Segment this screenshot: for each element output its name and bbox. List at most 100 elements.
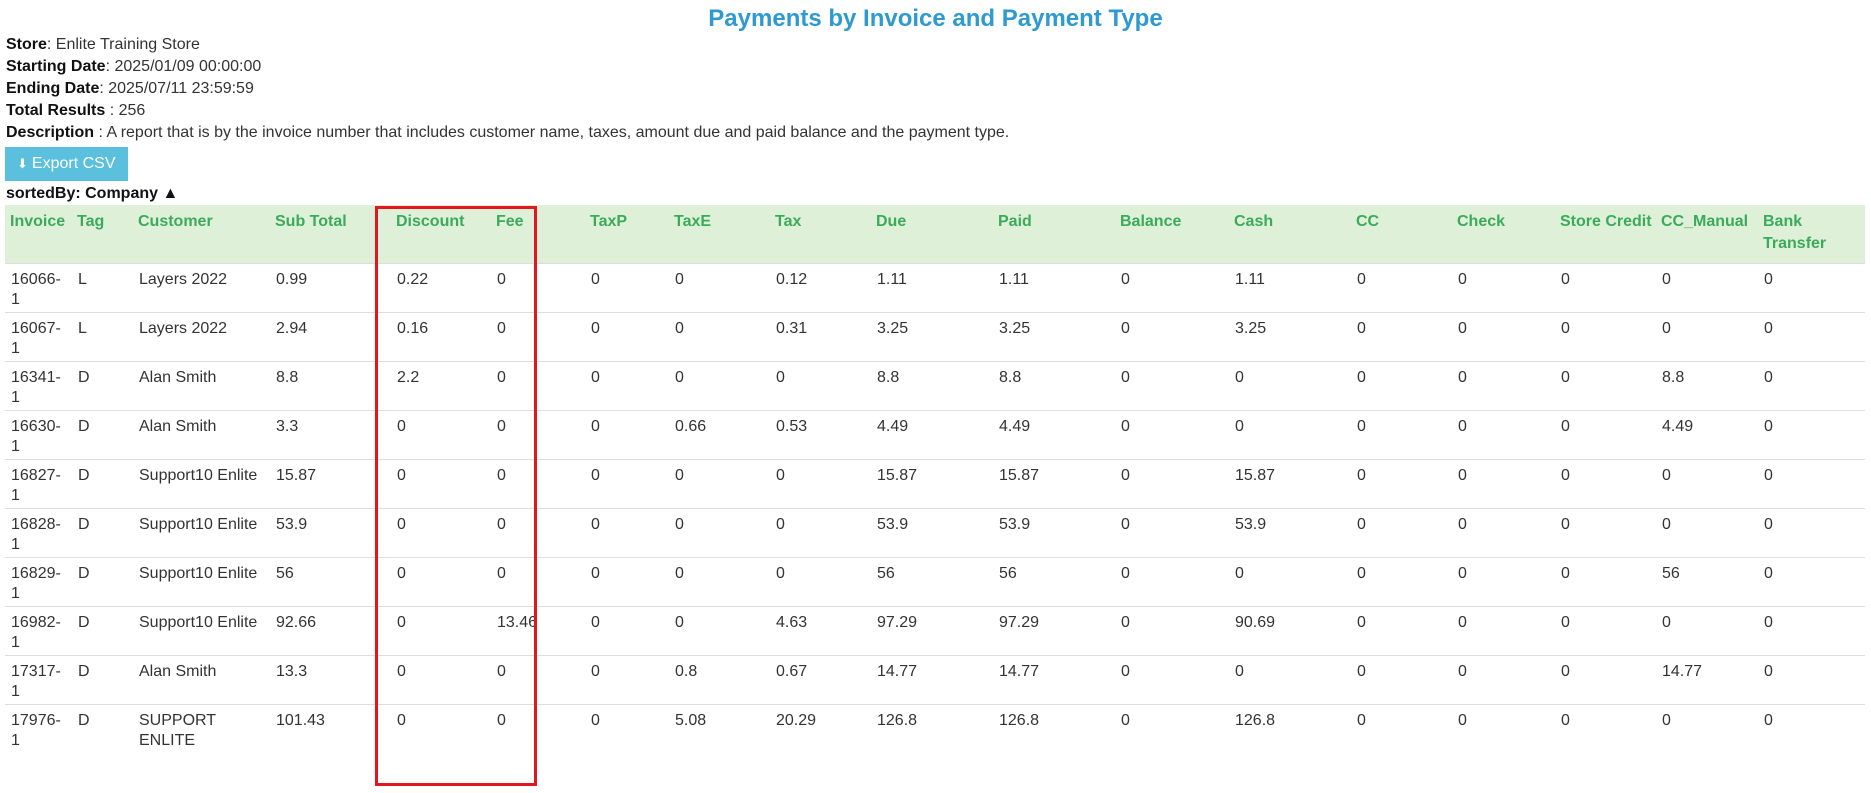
cell-balance: 0: [1115, 312, 1229, 362]
cell-taxe: 0.8: [669, 655, 770, 705]
cell-store-credit: 0: [1555, 361, 1656, 411]
export-csv-button[interactable]: ⬇ Export CSV: [5, 147, 128, 181]
column-header-taxe[interactable]: TaxE: [669, 205, 770, 264]
cell-tag: D: [72, 655, 133, 705]
cell-store-credit: 0: [1555, 508, 1656, 558]
column-header-store-credit[interactable]: Store Credit: [1555, 205, 1656, 264]
cell-tax: 0: [770, 459, 871, 509]
cell-fee: 0: [491, 508, 585, 558]
cell-tag: D: [72, 410, 133, 460]
cell-cc: 0: [1351, 557, 1452, 607]
cell-fee: 0: [491, 410, 585, 460]
cell-due: 97.29: [871, 606, 993, 656]
cell-discount: 2.2: [391, 361, 491, 411]
description-label: Description: [6, 124, 95, 141]
cell-store-credit: 0: [1555, 655, 1656, 705]
cell-taxp: 0: [585, 312, 669, 362]
cell-cash: 15.87: [1229, 459, 1351, 509]
total-results-value: : 256: [105, 102, 146, 119]
cell-fee: 0: [491, 655, 585, 705]
cell-balance: 0: [1115, 606, 1229, 656]
cell-cc-manual: 0: [1656, 459, 1758, 509]
cell-tax: 0.53: [770, 410, 871, 460]
cell-invoice: 16828-1: [5, 508, 72, 558]
cell-check: 0: [1452, 655, 1555, 705]
column-header-bank-transfer[interactable]: Bank Transfer: [1758, 205, 1865, 264]
cell-taxp: 0: [585, 361, 669, 411]
cell-due: 8.8: [871, 361, 993, 411]
column-header-discount[interactable]: Discount: [391, 205, 491, 264]
column-header-balance[interactable]: Balance: [1115, 205, 1229, 264]
cell-tax: 0: [770, 508, 871, 558]
cell-store-credit: 0: [1555, 606, 1656, 656]
column-header-due[interactable]: Due: [871, 205, 993, 264]
cell-sub-total: 8.8: [270, 361, 391, 411]
store-label: Store: [6, 36, 47, 53]
cell-paid: 97.29: [993, 606, 1115, 656]
column-header-cash[interactable]: Cash: [1229, 205, 1351, 264]
column-header-invoice[interactable]: Invoice: [5, 205, 72, 264]
column-header-tag[interactable]: Tag: [72, 205, 133, 264]
cell-cc: 0: [1351, 361, 1452, 411]
cell-cash: 90.69: [1229, 606, 1351, 656]
cell-cash: 1.11: [1229, 263, 1351, 313]
table-row: 16630-1 D Alan Smith 3.3 0 0 0 0.66 0.53 4.49 4.49…: [5, 410, 1865, 460]
cell-balance: 0: [1115, 704, 1229, 754]
cell-paid: 15.87: [993, 459, 1115, 509]
column-header-cc[interactable]: CC: [1351, 205, 1452, 264]
cell-taxp: 0: [585, 508, 669, 558]
cell-check: 0: [1452, 263, 1555, 313]
column-header-cc-manual[interactable]: CC_Manual: [1656, 205, 1758, 264]
cell-tag: L: [72, 312, 133, 362]
total-results-line: Total Results : 256: [6, 100, 1871, 122]
cell-due: 15.87: [871, 459, 993, 509]
cell-fee: 0: [491, 557, 585, 607]
cell-cash: 0: [1229, 655, 1351, 705]
column-header-check[interactable]: Check: [1452, 205, 1555, 264]
cell-balance: 0: [1115, 508, 1229, 558]
cell-check: 0: [1452, 459, 1555, 509]
table-header-row: Invoice Tag Customer Sub Total Discount Fee Ta…: [5, 205, 1865, 264]
column-header-customer[interactable]: Customer: [133, 205, 270, 264]
cell-taxp: 0: [585, 410, 669, 460]
cell-store-credit: 0: [1555, 263, 1656, 313]
column-header-sub-total[interactable]: Sub Total: [270, 205, 391, 264]
cell-customer: Layers 2022: [133, 263, 270, 313]
end-date-value: : 2025/07/11 23:59:59: [99, 80, 254, 97]
column-header-taxp[interactable]: TaxP: [585, 205, 669, 264]
cell-balance: 0: [1115, 410, 1229, 460]
column-header-tax[interactable]: Tax: [770, 205, 871, 264]
cell-invoice: 16066-1: [5, 263, 72, 313]
cell-bank-transfer: 0: [1758, 606, 1865, 656]
cell-paid: 53.9: [993, 508, 1115, 558]
cell-cc: 0: [1351, 655, 1452, 705]
cell-due: 56: [871, 557, 993, 607]
cell-tag: D: [72, 704, 133, 754]
column-header-paid[interactable]: Paid: [993, 205, 1115, 264]
cell-paid: 1.11: [993, 263, 1115, 313]
cell-discount: 0: [391, 704, 491, 754]
cell-bank-transfer: 0: [1758, 410, 1865, 460]
cell-store-credit: 0: [1555, 410, 1656, 460]
cell-cash: 0: [1229, 361, 1351, 411]
cell-cc-manual: 0: [1656, 508, 1758, 558]
table-row: 16067-1 L Layers 2022 2.94 0.16 0 0 0 0.31 3.25 3.…: [5, 312, 1865, 362]
start-date-line: Starting Date: 2025/01/09 00:00:00: [6, 56, 1871, 78]
cell-cc-manual: 0: [1656, 606, 1758, 656]
table-row: 16827-1 D Support10 Enlite 15.87 0 0 0 0 0 15.87 1…: [5, 459, 1865, 509]
cell-taxe: 0: [669, 312, 770, 362]
cell-bank-transfer: 0: [1758, 655, 1865, 705]
cell-sub-total: 15.87: [270, 459, 391, 509]
cell-tax: 4.63: [770, 606, 871, 656]
cell-cc-manual: 14.77: [1656, 655, 1758, 705]
column-header-fee[interactable]: Fee: [491, 205, 585, 264]
cell-invoice: 16067-1: [5, 312, 72, 362]
cell-tag: D: [72, 606, 133, 656]
cell-invoice: 17976-1: [5, 704, 72, 754]
cell-due: 1.11: [871, 263, 993, 313]
cell-invoice: 16829-1: [5, 557, 72, 607]
cell-invoice: 17317-1: [5, 655, 72, 705]
cell-check: 0: [1452, 508, 1555, 558]
cell-bank-transfer: 0: [1758, 361, 1865, 411]
cell-taxp: 0: [585, 606, 669, 656]
